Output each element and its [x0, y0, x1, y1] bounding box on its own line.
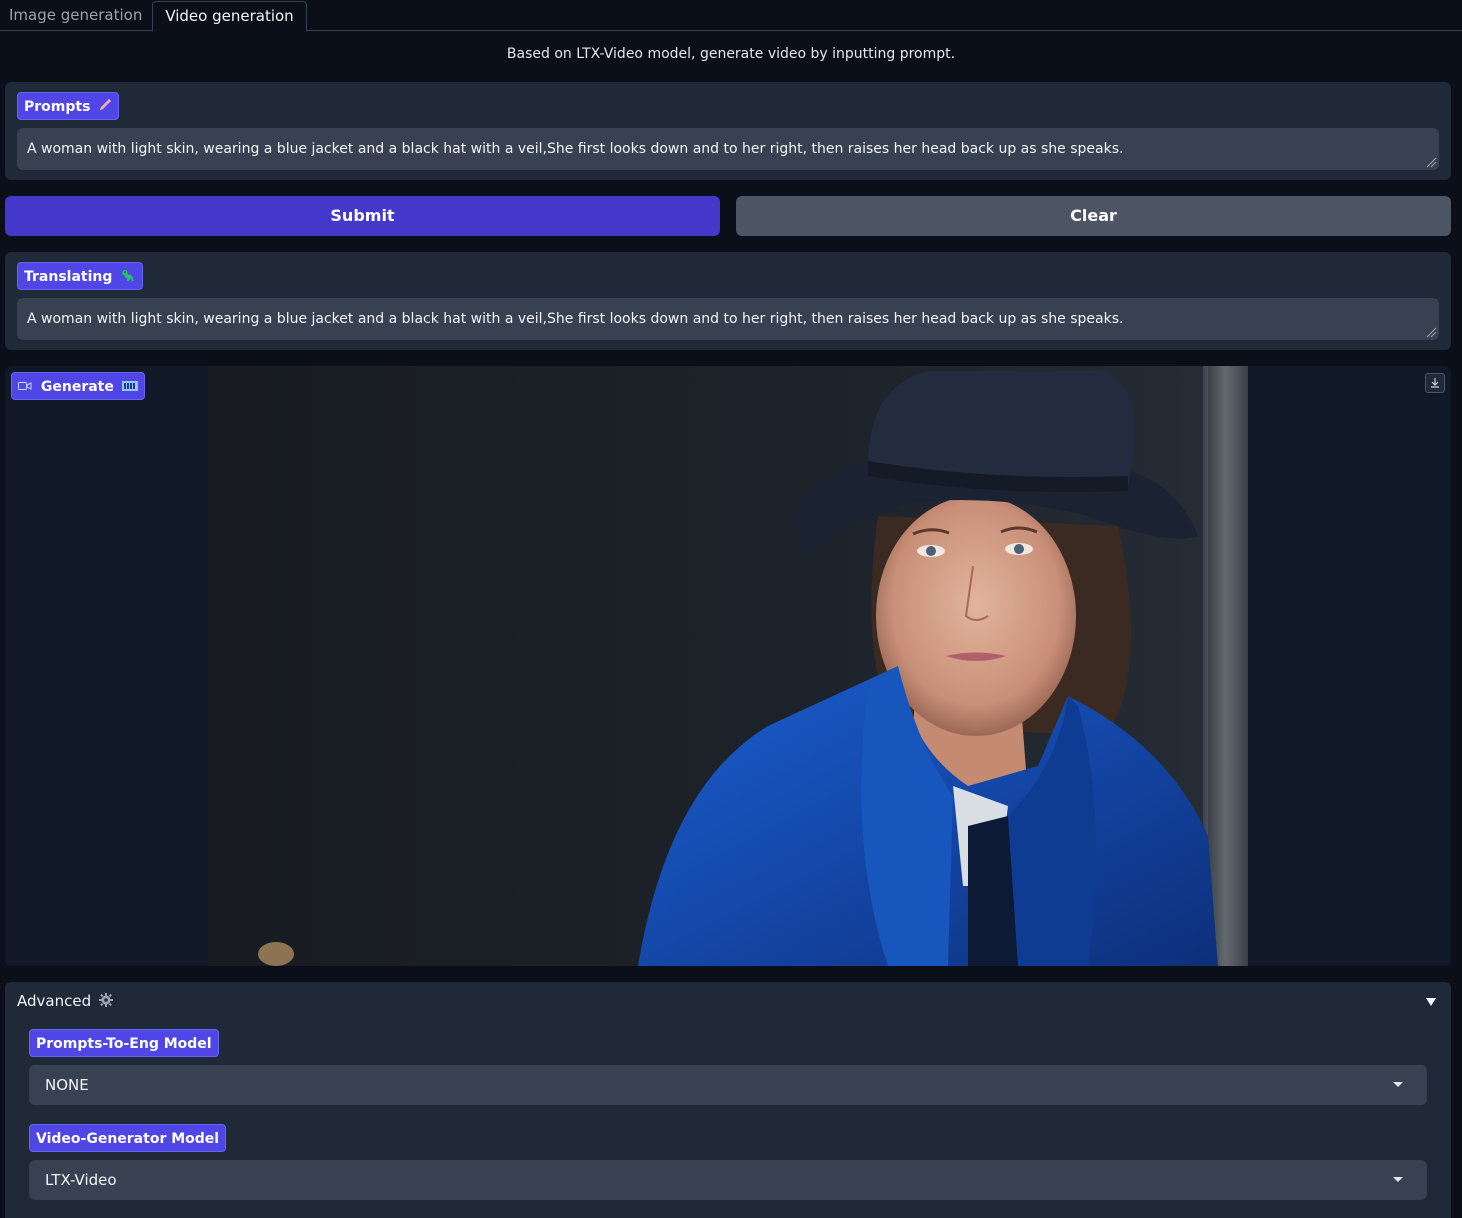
clear-button[interactable]: Clear	[736, 196, 1451, 236]
prompts-model-label: Prompts-To-Eng Model	[29, 1029, 219, 1057]
translating-label: Translating	[17, 262, 144, 290]
video-frame-image	[208, 366, 1248, 966]
prompts-label: Prompts	[17, 92, 120, 120]
pencil-icon	[100, 99, 112, 110]
translating-label-text: Translating	[24, 269, 113, 285]
chevron-down-icon	[1393, 1177, 1403, 1182]
tab-image-generation[interactable]: Image generation	[0, 1, 158, 32]
resize-handle-icon[interactable]	[1425, 326, 1437, 338]
prompts-textarea[interactable]: A woman with light skin, wearing a blue …	[17, 128, 1439, 170]
tab-bar: Image generation Video generation	[0, 0, 1462, 32]
video-model-value: LTX-Video	[45, 1171, 117, 1189]
video-camera-icon	[18, 382, 32, 390]
prompts-model-value: NONE	[45, 1076, 89, 1094]
download-button[interactable]	[1425, 373, 1445, 393]
prompts-text: A woman with light skin, wearing a blue …	[27, 141, 1124, 157]
resize-handle-icon[interactable]	[1425, 156, 1437, 168]
generate-label-text: Generate	[40, 379, 114, 395]
translating-panel: Translating A woman with light skin, wea…	[5, 252, 1451, 350]
translating-textarea[interactable]: A woman with light skin, wearing a blue …	[17, 298, 1439, 340]
video-model-label: Video-Generator Model	[29, 1124, 227, 1152]
translating-text: A woman with light skin, wearing a blue …	[27, 311, 1124, 327]
prompts-label-text: Prompts	[24, 99, 91, 115]
generated-video[interactable]	[208, 366, 1248, 966]
advanced-header[interactable]: Advanced	[17, 992, 113, 1010]
tab-video-generation[interactable]: Video generation	[152, 1, 307, 32]
advanced-accordion: Advanced Prompts-To-Eng Model NONE Video…	[5, 982, 1451, 1218]
prompts-model-select[interactable]: NONE	[29, 1065, 1427, 1105]
prompts-panel: Prompts A woman with light skin, wearing…	[5, 82, 1451, 180]
page-description: Based on LTX-Video model, generate video…	[506, 46, 956, 62]
generate-label: Generate	[11, 372, 145, 400]
advanced-title: Advanced	[17, 992, 92, 1010]
chevron-down-icon	[1393, 1082, 1403, 1087]
dinosaur-icon	[122, 270, 135, 281]
video-output-panel: Generate	[5, 366, 1451, 966]
collapse-triangle-icon[interactable]	[1425, 997, 1437, 1007]
video-model-select[interactable]: LTX-Video	[29, 1160, 1427, 1200]
gear-icon	[98, 993, 113, 1007]
submit-button[interactable]: Submit	[5, 196, 720, 236]
download-icon	[1431, 378, 1439, 388]
film-frames-icon	[121, 381, 138, 391]
